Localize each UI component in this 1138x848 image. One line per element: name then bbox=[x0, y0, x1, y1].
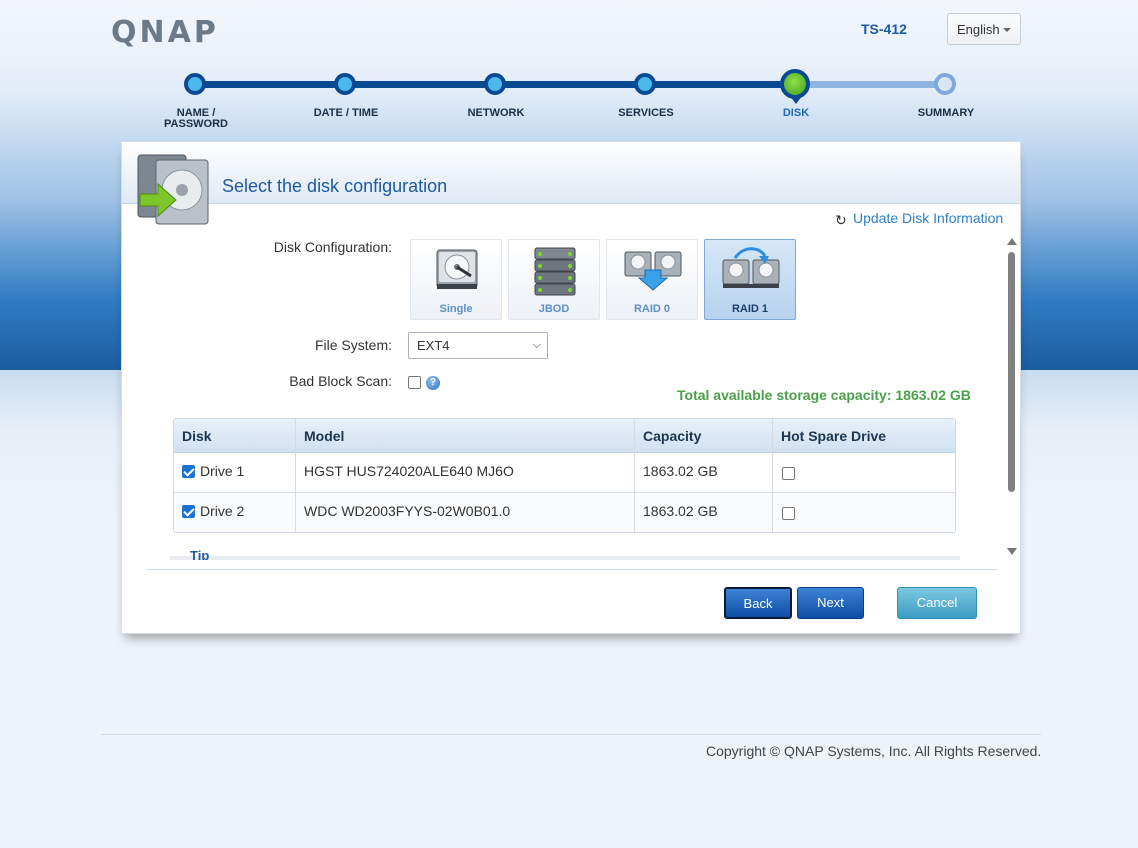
column-header-model: Model bbox=[304, 428, 345, 444]
config-option-raid1[interactable]: RAID 1 bbox=[704, 239, 796, 320]
step-label-date-time: DATE / TIME bbox=[313, 107, 379, 119]
disk-configuration-label: Disk Configuration: bbox=[273, 239, 392, 255]
scroll-down-arrow-icon[interactable] bbox=[1007, 548, 1017, 555]
column-divider bbox=[772, 419, 773, 532]
table-row: Drive 1 HGST HUS724020ALE640 MJ6O 1863.0… bbox=[174, 453, 955, 493]
step-dot-services bbox=[634, 73, 656, 95]
back-button[interactable]: Back bbox=[724, 587, 792, 619]
step-label-summary: SUMMARY bbox=[917, 107, 975, 119]
config-label-single: Single bbox=[439, 303, 473, 315]
hot-spare-checkbox[interactable] bbox=[782, 507, 795, 520]
bad-block-scan-checkbox[interactable] bbox=[408, 376, 421, 389]
update-disk-info-label: Update Disk Information bbox=[853, 210, 1004, 226]
config-option-jbod[interactable]: JBOD bbox=[508, 239, 600, 320]
capacity-cell: 1863.02 GB bbox=[643, 463, 718, 479]
tip-label: Tip bbox=[190, 548, 210, 560]
vertical-scrollbar[interactable] bbox=[1005, 238, 1017, 556]
help-icon[interactable]: ? bbox=[426, 376, 440, 390]
config-label-jbod: JBOD bbox=[538, 303, 570, 315]
step-dot-network bbox=[484, 73, 506, 95]
drive-select-checkbox[interactable] bbox=[182, 505, 195, 518]
step-dot-name-password bbox=[184, 73, 206, 95]
page-footer-divider bbox=[101, 734, 1041, 735]
table-header: Disk Model Capacity Hot Spare Drive bbox=[174, 419, 955, 453]
file-system-label: File System: bbox=[314, 337, 392, 353]
column-header-disk: Disk bbox=[182, 428, 212, 444]
disk-setup-icon bbox=[136, 154, 210, 231]
step-label-disk: DISK bbox=[782, 107, 810, 119]
raid0-icon bbox=[623, 246, 683, 299]
capacity-cell: 1863.02 GB bbox=[643, 503, 718, 519]
config-label-raid1: RAID 1 bbox=[731, 303, 769, 315]
progress-line-remaining bbox=[796, 81, 946, 88]
panel-header: Select the disk configuration bbox=[122, 142, 1020, 225]
column-header-capacity: Capacity bbox=[643, 428, 702, 444]
cancel-button[interactable]: Cancel bbox=[897, 587, 977, 619]
bad-block-scan-label: Bad Block Scan: bbox=[289, 373, 392, 389]
device-model: TS-412 bbox=[861, 21, 907, 37]
step-dot-disk bbox=[780, 69, 810, 99]
disk-config-panel: Select the disk configuration ↻ Update D… bbox=[121, 141, 1021, 634]
column-header-hot-spare: Hot Spare Drive bbox=[781, 428, 887, 444]
chevron-down-icon: ⌵ bbox=[532, 339, 541, 351]
step-label-services: SERVICES bbox=[618, 107, 674, 119]
next-button[interactable]: Next bbox=[797, 587, 864, 619]
panel-footer-divider bbox=[146, 569, 997, 570]
language-value: English bbox=[957, 22, 1000, 37]
column-divider bbox=[295, 419, 296, 532]
single-disk-icon bbox=[433, 246, 481, 299]
copyright-text: Copyright © QNAP Systems, Inc. All Right… bbox=[706, 743, 1042, 759]
panel-title: Select the disk configuration bbox=[222, 176, 448, 196]
model-cell: HGST HUS724020ALE640 MJ6O bbox=[304, 463, 514, 479]
file-system-value: EXT4 bbox=[417, 338, 450, 353]
step-current-pin bbox=[790, 96, 802, 104]
drive-select-checkbox[interactable] bbox=[182, 465, 195, 478]
step-label-line2: PASSWORD bbox=[164, 118, 228, 130]
step-dot-date-time bbox=[334, 73, 356, 95]
tip-divider bbox=[170, 556, 960, 560]
config-option-raid0[interactable]: RAID 0 bbox=[606, 239, 698, 320]
refresh-icon: ↻ bbox=[835, 212, 847, 228]
step-dot-summary bbox=[934, 73, 956, 95]
model-cell: WDC WD2003FYYS-02W0B01.0 bbox=[304, 503, 511, 519]
config-label-raid0: RAID 0 bbox=[633, 303, 671, 315]
jbod-stack-icon bbox=[531, 246, 579, 305]
step-label-name-password: NAME / PASSWORD bbox=[136, 108, 256, 130]
total-capacity-text: Total available storage capacity: 1863.0… bbox=[677, 387, 971, 403]
chevron-down-icon bbox=[1003, 28, 1011, 32]
disk-table: Disk Model Capacity Hot Spare Drive Driv… bbox=[173, 418, 956, 533]
step-label-network: NETWORK bbox=[467, 107, 525, 119]
update-disk-info-link[interactable]: ↻ Update Disk Information bbox=[835, 210, 1004, 228]
config-option-single[interactable]: Single bbox=[410, 239, 502, 320]
file-system-select[interactable]: EXT4 ⌵ bbox=[408, 332, 548, 359]
hot-spare-checkbox[interactable] bbox=[782, 467, 795, 480]
raid1-icon bbox=[721, 246, 781, 299]
language-select[interactable]: English bbox=[947, 13, 1021, 45]
column-divider bbox=[634, 419, 635, 532]
disk-cell: Drive 1 bbox=[200, 463, 245, 479]
scroll-thumb[interactable] bbox=[1008, 252, 1015, 492]
scroll-up-arrow-icon[interactable] bbox=[1007, 238, 1017, 245]
qnap-logo: QNAP bbox=[111, 15, 219, 50]
disk-cell: Drive 2 bbox=[200, 503, 245, 519]
tip-section: Tip bbox=[170, 546, 960, 560]
table-row: Drive 2 WDC WD2003FYYS-02W0B01.0 1863.02… bbox=[174, 493, 955, 532]
